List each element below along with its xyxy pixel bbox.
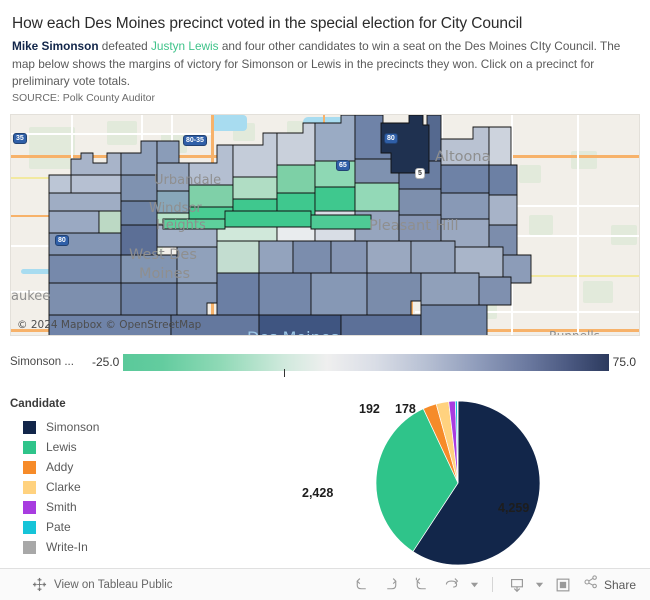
color-scale-legend: Simonson ... -25.0 75.0: [10, 349, 640, 377]
legend-item-label: Lewis: [46, 440, 77, 454]
legend-item-write-in[interactable]: Write-In: [10, 537, 160, 557]
map-label-west-des: West Des: [129, 247, 197, 264]
vote-total-pie-chart[interactable]: 4,259 2,428 192 178: [300, 395, 620, 565]
tableau-logo-icon: [32, 577, 47, 592]
color-gradient-bar[interactable]: [123, 353, 609, 377]
redo-button[interactable]: [378, 573, 406, 597]
legend-swatch-icon: [23, 520, 36, 534]
highway-shield-80-icon: 80: [55, 235, 69, 247]
map-attribution: © 2024 Mapbox © OpenStreetMap: [17, 319, 202, 332]
revert-button[interactable]: [408, 573, 436, 597]
highway-shield-35-icon: 35: [13, 133, 27, 145]
map-label-urbandale: Urbandale: [154, 173, 222, 189]
legend-swatch-icon: [23, 540, 36, 554]
toolbar-divider: [491, 577, 493, 592]
share-icon: [583, 574, 599, 595]
color-legend-tick: [283, 368, 285, 377]
viz-toolbar: View on Tableau Public Share: [0, 568, 650, 600]
legend-item-addy[interactable]: Addy: [10, 457, 160, 477]
color-legend-min: -25.0: [92, 355, 120, 369]
refresh-dropdown-caret-icon[interactable]: [468, 573, 482, 597]
legend-item-lewis[interactable]: Lewis: [10, 437, 160, 457]
color-legend-max: 75.0: [612, 355, 636, 369]
download-button[interactable]: [503, 573, 531, 597]
legend-swatch-icon: [23, 480, 36, 494]
precinct-polygons[interactable]: [11, 115, 640, 336]
highway-shield-80-35-icon: 80-35: [183, 135, 207, 147]
legend-item-label: Addy: [46, 460, 74, 474]
legend-item-smith[interactable]: Smith: [10, 497, 160, 517]
pie-value-label: 2,428: [302, 486, 334, 500]
map-label-runnells: Runnells: [549, 329, 600, 337]
legend-swatch-icon: [23, 500, 36, 514]
toolbar-left: View on Tableau Public: [0, 577, 173, 592]
candidate-legend: Candidate Simonson Lewis Addy Clarke Smith Pa…: [10, 398, 160, 557]
fullscreen-button[interactable]: [549, 573, 577, 597]
choropleth-map[interactable]: Des Moines aukee Urbandale Windsor Heigh…: [10, 114, 640, 337]
legend-swatch-icon: [23, 440, 36, 454]
color-legend-title: Simonson ...: [10, 356, 74, 368]
share-button[interactable]: Share: [579, 574, 640, 595]
legend-swatch-icon: [23, 420, 36, 434]
legend-item-clarke[interactable]: Clarke: [10, 477, 160, 497]
map-label-waukee: aukee: [11, 289, 51, 305]
map-label-pleasant-hill: Pleasant Hill: [369, 218, 459, 235]
map-label-altoona: Altoona: [435, 149, 491, 166]
map-label-heights: Heights: [156, 218, 206, 234]
candidate-legend-title: Candidate: [10, 398, 66, 410]
legend-item-label: Write-In: [46, 540, 88, 554]
refresh-button[interactable]: [438, 573, 466, 597]
runnerup-name: Justyn Lewis: [151, 39, 219, 54]
header: How each Des Moines precinct voted in th…: [0, 0, 650, 108]
map-label-des-moines: Des Moines: [247, 328, 339, 335]
pie-svg[interactable]: [300, 395, 620, 565]
highway-shield-65-icon: 65: [336, 160, 350, 172]
page-title: How each Des Moines precinct voted in th…: [12, 15, 523, 32]
view-on-tableau-public-link[interactable]: View on Tableau Public: [54, 579, 173, 591]
legend-item-label: Smith: [46, 500, 77, 514]
legend-swatch-icon: [23, 460, 36, 474]
undo-button[interactable]: [348, 573, 376, 597]
legend-item-simonson[interactable]: Simonson: [10, 417, 160, 437]
pie-value-label: 192: [359, 402, 380, 416]
highway-shield-5-icon: 5: [415, 168, 425, 180]
legend-item-pate[interactable]: Pate: [10, 517, 160, 537]
source-credit: SOURCE: Polk County Auditor: [12, 92, 155, 105]
share-label: Share: [603, 577, 636, 592]
legend-item-label: Clarke: [46, 480, 81, 494]
legend-item-label: Simonson: [46, 420, 100, 434]
tableau-viz-container: How each Des Moines precinct voted in th…: [0, 0, 650, 600]
winner-name: Mike Simonson: [12, 39, 99, 54]
subtitle: Mike Simonson defeated Justyn Lewis and …: [12, 38, 632, 90]
map-label-windsor: Windsor: [149, 201, 202, 217]
subtitle-connector: defeated: [98, 39, 152, 54]
pie-value-label: 178: [395, 402, 416, 416]
pie-value-label: 4,259: [498, 501, 530, 515]
download-dropdown-caret-icon[interactable]: [533, 573, 547, 597]
map-label-moines: Moines: [139, 266, 191, 283]
toolbar-right: Share: [348, 573, 650, 597]
legend-item-label: Pate: [46, 520, 71, 534]
highway-shield-80b-icon: 80: [384, 133, 398, 145]
